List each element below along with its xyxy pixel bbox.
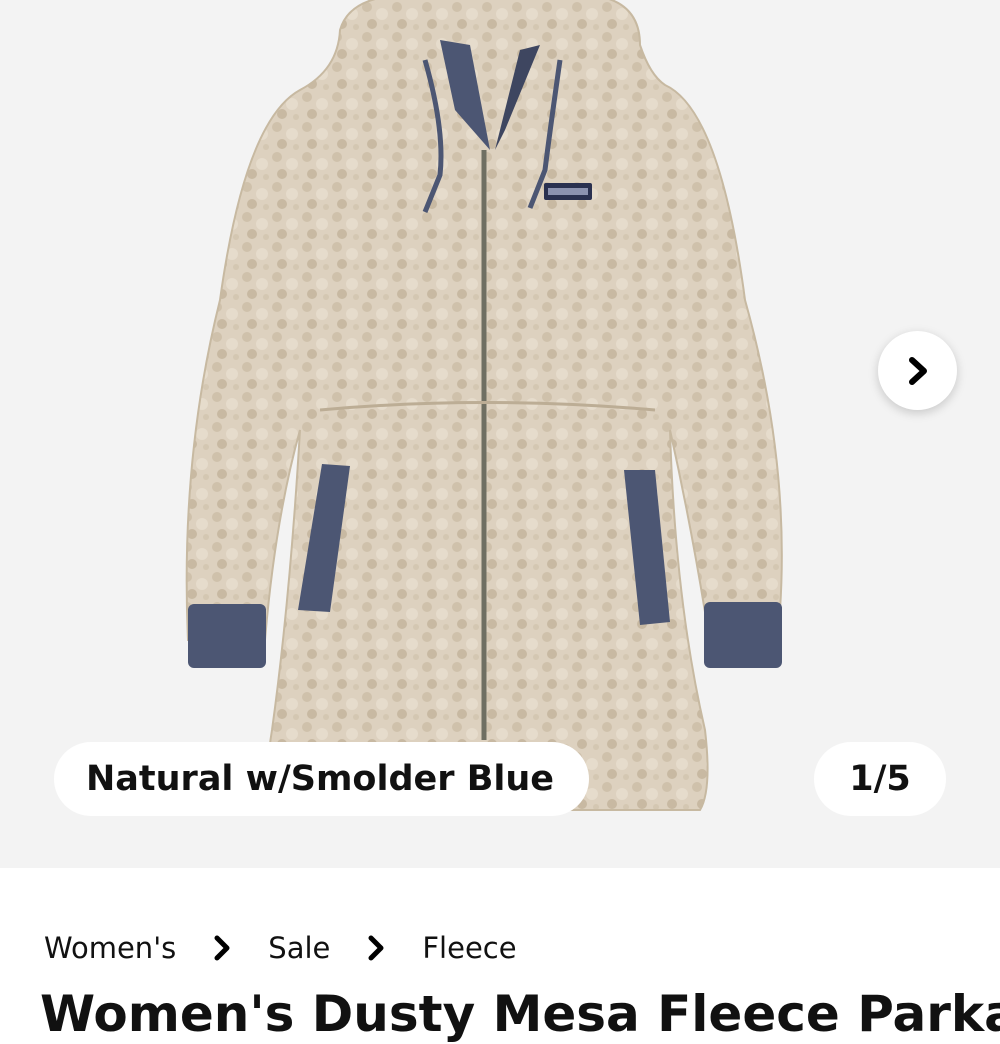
color-name-badge: Natural w/Smolder Blue <box>54 742 589 816</box>
image-counter-badge: 1/5 <box>814 742 946 816</box>
image-counter: 1/5 <box>849 759 911 799</box>
product-image[interactable] <box>0 0 1000 868</box>
chevron-right-icon <box>366 934 386 962</box>
breadcrumb: Women's Sale Fleece <box>44 918 517 978</box>
product-gallery[interactable]: Natural w/Smolder Blue 1/5 <box>0 0 1000 868</box>
product-title: Women's Dusty Mesa Fleece Parka <box>40 985 1000 1043</box>
breadcrumb-item-womens[interactable]: Women's <box>44 931 176 965</box>
chevron-right-icon <box>908 356 927 385</box>
chevron-right-icon <box>212 934 232 962</box>
next-image-button[interactable] <box>878 331 957 410</box>
breadcrumb-item-fleece[interactable]: Fleece <box>422 931 516 965</box>
color-name: Natural w/Smolder Blue <box>86 759 555 799</box>
breadcrumb-item-sale[interactable]: Sale <box>268 931 330 965</box>
